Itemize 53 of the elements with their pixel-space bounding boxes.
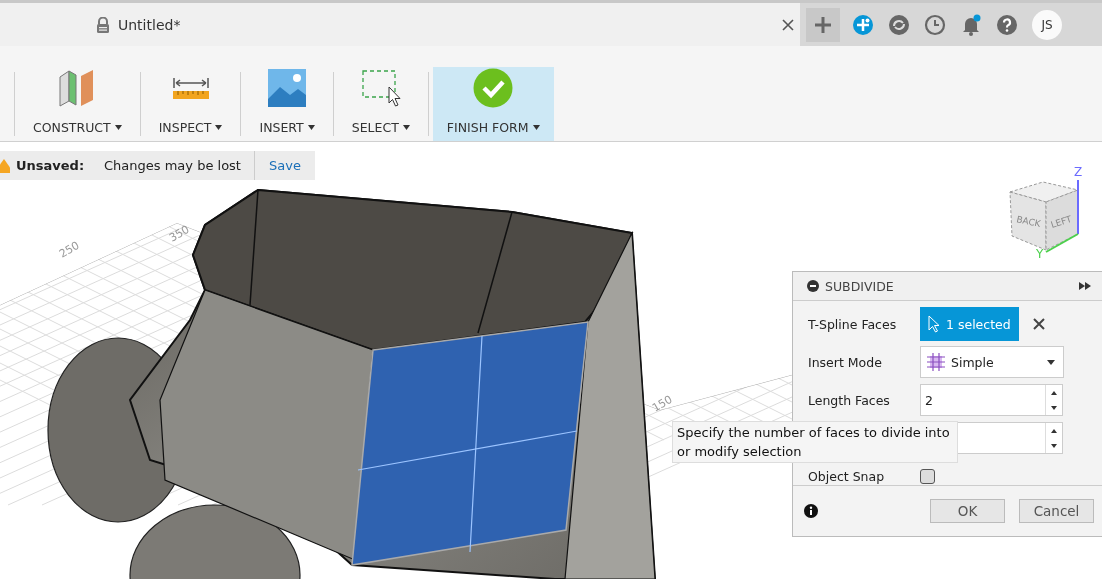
toolbar-insert-button[interactable]: INSERT (245, 67, 329, 141)
document-title: Untitled* (118, 16, 181, 33)
caret-icon (1047, 359, 1055, 365)
extensions-icon[interactable] (852, 13, 874, 36)
ruler-icon (171, 76, 210, 100)
new-tab-button[interactable] (806, 7, 840, 42)
image-icon (268, 69, 307, 107)
field-label: T-Spline Faces (808, 316, 897, 332)
insert-mode-dropdown[interactable]: Simple (920, 346, 1064, 378)
notice-label: Unsaved: (16, 158, 86, 173)
caret-icon (532, 125, 540, 130)
field-label: Insert Mode (808, 354, 882, 370)
decrement-arrow-icon[interactable] (1051, 443, 1057, 448)
panel-title: SUBDIVIDE (825, 278, 894, 294)
checkbox[interactable] (920, 468, 935, 484)
field-label: Length Faces (808, 392, 890, 408)
caret-icon (114, 125, 122, 130)
caret-icon (402, 125, 410, 130)
lock-icon (96, 16, 110, 33)
cancel-button[interactable]: Cancel (1019, 499, 1094, 523)
grid-icon (927, 353, 945, 371)
notice-message: Changes may be lost (102, 151, 255, 180)
clear-selection-icon[interactable] (1032, 318, 1045, 330)
ok-button[interactable]: OK (930, 499, 1005, 523)
selection-box-icon (360, 69, 401, 107)
close-icon[interactable] (782, 18, 794, 31)
increment-arrow-icon[interactable] (1051, 390, 1057, 395)
caret-icon (215, 125, 223, 130)
checkmark-icon (473, 68, 514, 108)
increment-arrow-icon[interactable] (1051, 428, 1057, 433)
info-icon[interactable] (804, 504, 818, 518)
grid-label: 150 (650, 392, 675, 415)
clock-icon[interactable] (924, 13, 946, 36)
tooltip: Specify the number of faces to divide into or modify selection (672, 421, 958, 463)
decrement-arrow-icon[interactable] (1051, 405, 1057, 410)
field-label: Object Snap (808, 468, 885, 484)
help-icon[interactable] (996, 13, 1018, 36)
warning-icon (0, 158, 10, 173)
user-avatar[interactable]: JS (1032, 9, 1062, 40)
toolbar-construct-button[interactable]: CONSTRUCT (19, 67, 136, 141)
save-link[interactable]: Save (255, 158, 301, 173)
view-cube-drawing[interactable]: BACK LEFT Z Y (998, 162, 1088, 258)
caret-icon (307, 125, 315, 130)
toolbar-finish-button[interactable]: FINISH FORM (432, 67, 554, 141)
expand-icon[interactable] (1079, 282, 1091, 290)
grid-label: 250 (57, 238, 82, 261)
number-spinner-field[interactable]: 2 (920, 384, 1063, 416)
toolbar-select-button[interactable]: SELECT (337, 67, 424, 141)
toolbar-inspect-button[interactable]: INSPECT (144, 67, 237, 141)
sync-icon[interactable] (888, 13, 910, 36)
collapse-icon[interactable] (807, 280, 819, 292)
grid-label: 350 (167, 222, 192, 245)
cursor-icon (928, 315, 940, 333)
